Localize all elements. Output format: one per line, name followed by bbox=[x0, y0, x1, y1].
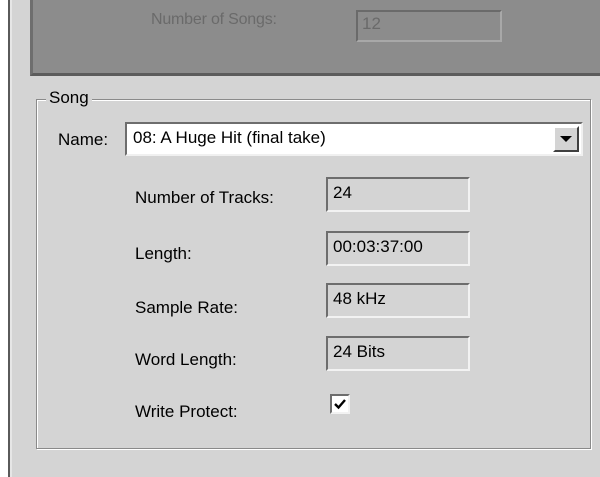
word-length-label: Word Length: bbox=[135, 350, 237, 369]
disk-info-panel: Number of Songs: 12 bbox=[30, 0, 600, 76]
length-field: 00:03:37:00 bbox=[326, 231, 470, 266]
sample-rate-field: 48 kHz bbox=[326, 283, 470, 318]
number-of-songs-label: Number of Songs: bbox=[151, 11, 277, 28]
write-protect-label: Write Protect: bbox=[135, 402, 238, 421]
song-properties-dialog: Number of Songs: 12 Song Name: 08: A Hug… bbox=[0, 0, 600, 477]
name-label: Name: bbox=[58, 130, 109, 149]
length-label: Length: bbox=[135, 244, 192, 263]
song-group-title: Song bbox=[46, 88, 92, 108]
sample-rate-label: Sample Rate: bbox=[135, 298, 238, 317]
song-name-combobox[interactable]: 08: A Huge Hit (final take) bbox=[125, 122, 583, 156]
write-protect-checkbox[interactable] bbox=[330, 394, 350, 414]
window-left-edge-highlight bbox=[10, 0, 12, 477]
chevron-down-icon bbox=[560, 136, 572, 142]
number-of-tracks-field: 24 bbox=[326, 177, 470, 212]
word-length-field: 24 Bits bbox=[326, 336, 470, 371]
checkmark-icon bbox=[334, 399, 346, 410]
number-of-songs-field: 12 bbox=[356, 10, 502, 42]
song-name-dropdown-button[interactable] bbox=[553, 126, 579, 152]
number-of-tracks-label: Number of Tracks: bbox=[135, 188, 274, 207]
song-name-value: 08: A Huge Hit (final take) bbox=[133, 128, 326, 147]
